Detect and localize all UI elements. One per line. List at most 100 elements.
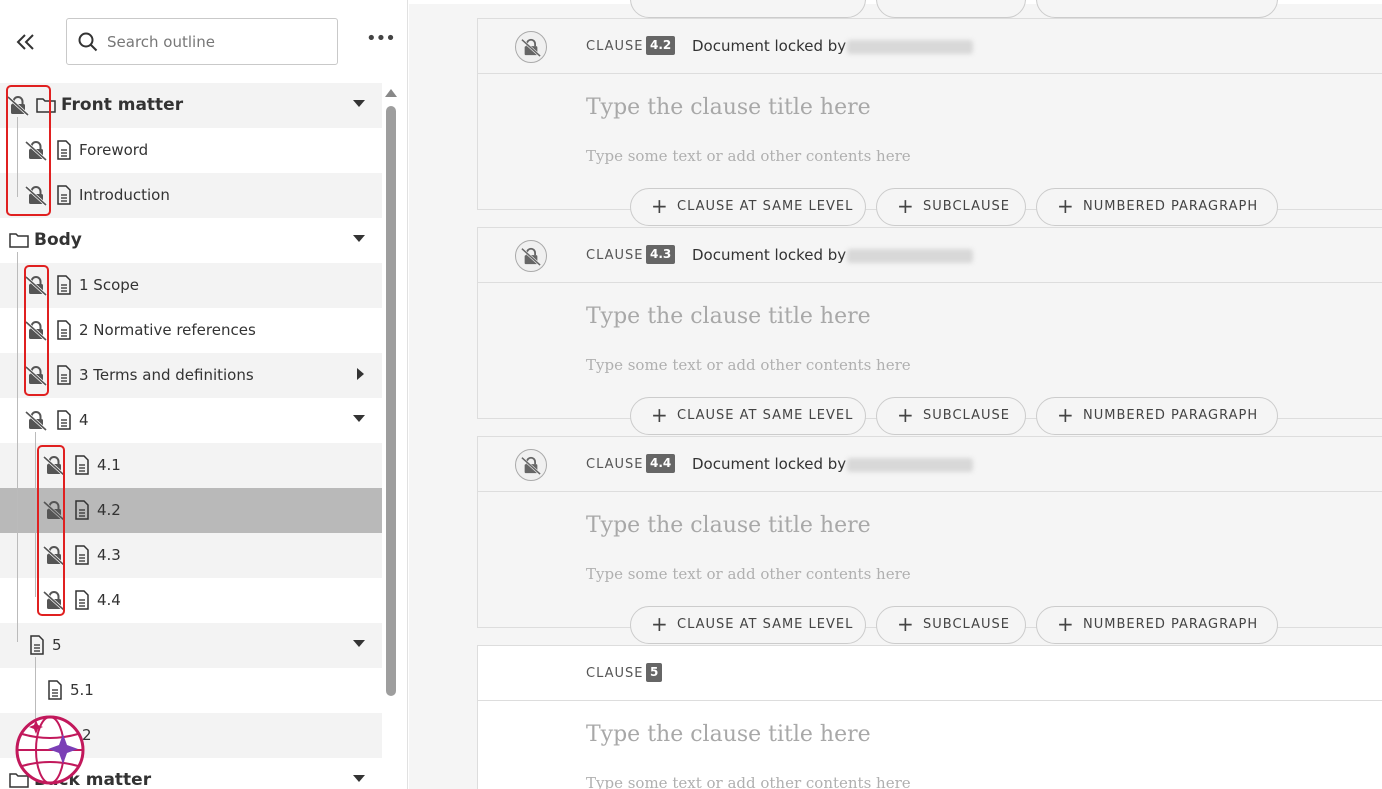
tree-item-clause-5[interactable]: 5: [0, 623, 382, 668]
clause-card: CLAUSE 4.3 Document locked by Type the c…: [477, 227, 1382, 419]
add-numbered-paragraph-button[interactable]: [1036, 0, 1278, 18]
add-subclause-button[interactable]: [876, 0, 1026, 18]
clause-content-input[interactable]: Type some text or add other contents her…: [586, 565, 911, 583]
scroll-up-arrow-icon[interactable]: [385, 89, 397, 97]
search-input[interactable]: [107, 31, 327, 53]
clause-label: CLAUSE: [586, 457, 644, 472]
document-editor: CLAUSE 4.2 Document locked by Type the c…: [409, 0, 1382, 789]
clause-number-badge: 5: [646, 663, 663, 682]
clause-card: CLAUSE 4.2 Document locked by Type the c…: [477, 18, 1382, 210]
tree-item-introduction[interactable]: Introduction: [0, 173, 382, 218]
tree-item-label: Front matter: [61, 95, 184, 115]
button-label: CLAUSE AT SAME LEVEL: [677, 199, 854, 214]
add-numbered-paragraph-button[interactable]: + NUMBERED PARAGRAPH: [1036, 188, 1278, 226]
add-subclause-button[interactable]: + SUBCLAUSE: [876, 606, 1026, 644]
clause-content-input[interactable]: Type some text or add other contents her…: [586, 147, 911, 165]
more-options-button[interactable]: •••: [366, 30, 396, 52]
add-subclause-button[interactable]: + SUBCLAUSE: [876, 188, 1026, 226]
button-label: NUMBERED PARAGRAPH: [1083, 617, 1259, 632]
tree-item-front-matter[interactable]: Front matter: [0, 83, 382, 128]
tree-item-label: Body: [34, 230, 82, 250]
tree-item-label: 4.1: [97, 456, 121, 474]
clause-card: CLAUSE 4.4 Document locked by Type the c…: [477, 436, 1382, 628]
document-icon: [71, 589, 93, 611]
clause-card: CLAUSE 5 Type the clause title here Type…: [477, 645, 1382, 789]
clause-title-input[interactable]: Type the clause title here: [586, 304, 871, 329]
scroll-thumb[interactable]: [386, 106, 396, 696]
double-chevron-left-icon: [16, 34, 34, 50]
lock-icon: [25, 139, 47, 161]
lock-icon: [515, 31, 547, 63]
tree-item-terms-and-definitions[interactable]: 3 Terms and definitions: [0, 353, 382, 398]
tree-item-clause-4-1[interactable]: 4.1: [0, 443, 382, 488]
plus-icon: +: [651, 612, 669, 636]
tree-item-clause-4[interactable]: 4: [0, 398, 382, 443]
locked-by-text: Document locked by: [692, 455, 847, 473]
tree-item-label: 5: [52, 636, 62, 654]
redacted-user-name: [847, 40, 973, 54]
lock-icon: [25, 319, 47, 341]
clause-card-header: CLAUSE 4.3 Document locked by: [478, 228, 1382, 283]
tree-item-label: 5.1: [70, 681, 94, 699]
document-icon: [53, 139, 75, 161]
tree-item-label: 4.4: [97, 591, 121, 609]
lock-icon: [43, 544, 65, 566]
tree-item-body[interactable]: Body: [0, 218, 382, 263]
button-label: CLAUSE AT SAME LEVEL: [677, 617, 854, 632]
add-clause-same-level-button[interactable]: + CLAUSE AT SAME LEVEL: [630, 606, 866, 644]
clause-title-input[interactable]: Type the clause title here: [586, 722, 871, 747]
tree-item-label: 4.2: [97, 501, 121, 519]
plus-icon: +: [651, 403, 669, 427]
lock-icon: [515, 240, 547, 272]
add-clause-same-level-button[interactable]: [630, 0, 866, 18]
folder-icon: [35, 94, 57, 116]
caret-down-icon[interactable]: [353, 100, 365, 107]
caret-down-icon[interactable]: [353, 235, 365, 242]
add-clause-same-level-button[interactable]: + CLAUSE AT SAME LEVEL: [630, 188, 866, 226]
button-label: NUMBERED PARAGRAPH: [1083, 408, 1259, 423]
tree-item-normative-references[interactable]: 2 Normative references: [0, 308, 382, 353]
add-clause-same-level-button[interactable]: + CLAUSE AT SAME LEVEL: [630, 397, 866, 435]
document-icon: [71, 499, 93, 521]
sidebar-header: •••: [0, 0, 407, 84]
search-box[interactable]: [66, 18, 338, 65]
folder-icon: [8, 229, 30, 251]
lock-icon: [43, 589, 65, 611]
tree-connector: [17, 252, 18, 642]
caret-down-icon[interactable]: [353, 640, 365, 647]
tree-connector: [35, 432, 36, 597]
add-subclause-button[interactable]: + SUBCLAUSE: [876, 397, 1026, 435]
clause-content-input[interactable]: Type some text or add other contents her…: [586, 774, 911, 789]
button-label: SUBCLAUSE: [923, 408, 1010, 423]
tree-item-scope[interactable]: 1 Scope: [0, 263, 382, 308]
caret-right-icon[interactable]: [357, 368, 364, 380]
clause-label: CLAUSE: [586, 666, 644, 681]
add-numbered-paragraph-button[interactable]: + NUMBERED PARAGRAPH: [1036, 606, 1278, 644]
caret-down-icon[interactable]: [353, 415, 365, 422]
tree-item-label: 2 Normative references: [79, 321, 256, 339]
lock-icon: [515, 449, 547, 481]
add-numbered-paragraph-button[interactable]: + NUMBERED PARAGRAPH: [1036, 397, 1278, 435]
globe-sparkle-logo-icon[interactable]: [14, 714, 86, 786]
document-icon: [44, 679, 66, 701]
tree-item-clause-4-4[interactable]: 4.4: [0, 578, 382, 623]
sidebar-scrollbar[interactable]: [384, 86, 398, 789]
button-label: SUBCLAUSE: [923, 617, 1010, 632]
collapse-sidebar-button[interactable]: [14, 30, 38, 54]
document-icon: [71, 454, 93, 476]
caret-down-icon[interactable]: [353, 775, 365, 782]
plus-icon: +: [1057, 612, 1075, 636]
redacted-user-name: [847, 458, 973, 472]
clause-title-input[interactable]: Type the clause title here: [586, 95, 871, 120]
clause-content-input[interactable]: Type some text or add other contents her…: [586, 356, 911, 374]
lock-icon: [25, 274, 47, 296]
tree-item-foreword[interactable]: Foreword: [0, 128, 382, 173]
tree-item-clause-4-2[interactable]: 4.2: [0, 488, 382, 533]
locked-by-text: Document locked by: [692, 246, 847, 264]
document-icon: [53, 184, 75, 206]
tree-item-clause-5-1[interactable]: 5.1: [0, 668, 382, 713]
tree-item-clause-4-3[interactable]: 4.3: [0, 533, 382, 578]
clause-title-input[interactable]: Type the clause title here: [586, 513, 871, 538]
button-label: NUMBERED PARAGRAPH: [1083, 199, 1259, 214]
lock-icon: [43, 499, 65, 521]
